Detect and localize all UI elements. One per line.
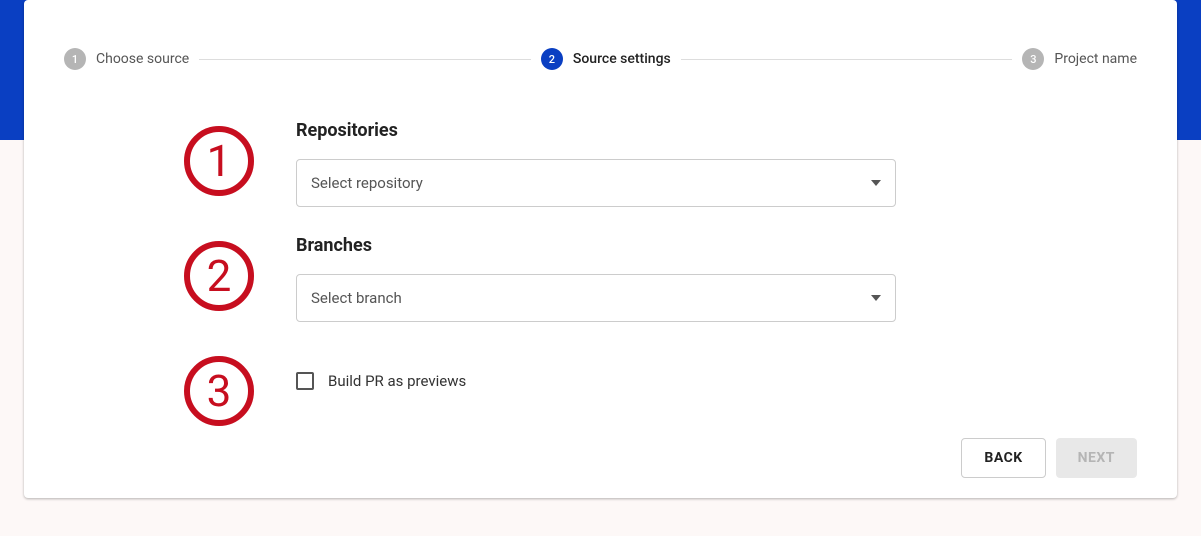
step-number: 1 (64, 48, 86, 70)
branches-row: 2 Branches Select branch (184, 235, 1137, 322)
build-pr-row: 3 Build PR as previews (184, 350, 1137, 426)
footer: BACK NEXT (64, 438, 1137, 478)
annotation-marker-1: 1 (184, 126, 254, 196)
step-label: Project name (1054, 51, 1137, 67)
caret-down-icon (871, 295, 881, 301)
repositories-label: Repositories (296, 120, 896, 141)
step-source-settings[interactable]: 2 Source settings (541, 48, 671, 70)
build-pr-checkbox-row: Build PR as previews (296, 372, 896, 390)
branches-placeholder: Select branch (311, 289, 402, 307)
annotation-marker-2: 2 (184, 241, 254, 311)
build-pr-label: Build PR as previews (328, 372, 466, 390)
repositories-group: Repositories Select repository (296, 120, 896, 207)
step-number: 3 (1022, 48, 1044, 70)
repositories-select[interactable]: Select repository (296, 159, 896, 207)
form-body: 1 Repositories Select repository 2 Branc… (64, 120, 1137, 426)
stepper: 1 Choose source 2 Source settings 3 Proj… (64, 48, 1137, 70)
step-label: Choose source (96, 51, 189, 67)
build-pr-checkbox[interactable] (296, 372, 314, 390)
build-pr-group: Build PR as previews (296, 350, 896, 390)
repositories-placeholder: Select repository (311, 174, 423, 192)
branches-label: Branches (296, 235, 896, 256)
step-connector (681, 59, 1013, 60)
annotation-marker-3: 3 (184, 356, 254, 426)
step-connector (199, 59, 531, 60)
step-number: 2 (541, 48, 563, 70)
branches-group: Branches Select branch (296, 235, 896, 322)
caret-down-icon (871, 180, 881, 186)
branches-select[interactable]: Select branch (296, 274, 896, 322)
repositories-row: 1 Repositories Select repository (184, 120, 1137, 207)
step-project-name[interactable]: 3 Project name (1022, 48, 1137, 70)
next-button[interactable]: NEXT (1056, 438, 1137, 478)
step-label: Source settings (573, 51, 671, 67)
step-choose-source[interactable]: 1 Choose source (64, 48, 189, 70)
wizard-card: 1 Choose source 2 Source settings 3 Proj… (24, 0, 1177, 498)
back-button[interactable]: BACK (961, 438, 1045, 478)
